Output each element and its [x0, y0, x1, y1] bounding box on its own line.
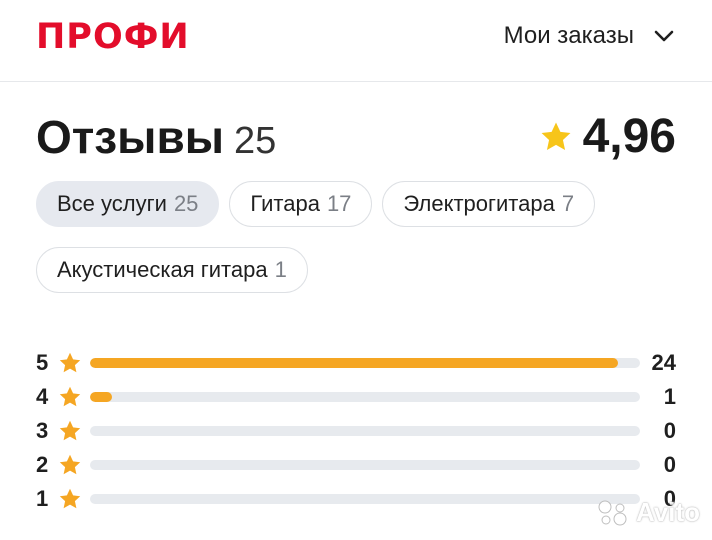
reviews-title: Отзывы — [36, 111, 225, 163]
rating-row-4: 4 1 — [36, 380, 681, 414]
chip-all-services[interactable]: Все услуги 25 — [36, 181, 220, 227]
rating-count: 0 — [663, 452, 676, 477]
reviews-count: 25 — [234, 120, 277, 162]
rating-distribution: 5 24 4 1 3 0 2 0 1 0 — [36, 346, 681, 516]
chip-count: 17 — [326, 191, 352, 216]
rating-bar-fill — [90, 392, 112, 402]
average-rating: 4,96 — [539, 108, 676, 166]
star-icon — [59, 352, 81, 373]
rating-bar-track — [90, 358, 640, 368]
watermark-text: Avito — [635, 497, 700, 527]
chip-label: Гитара — [250, 191, 320, 216]
rating-count: 1 — [663, 384, 676, 409]
chip-label: Все услуги — [57, 191, 167, 216]
star-icon — [59, 386, 81, 407]
star-level: 1 — [36, 486, 49, 511]
chip-label: Акустическая гитара — [57, 257, 268, 282]
star-level: 3 — [36, 418, 49, 443]
rating-bar-fill — [90, 358, 618, 368]
star-level: 2 — [36, 452, 49, 477]
rating-bar-track — [90, 426, 640, 436]
profi-logo[interactable]: ПРОФИ — [36, 14, 190, 60]
rating-count: 0 — [663, 418, 676, 443]
header: ПРОФИ Мои заказы — [0, 0, 712, 82]
chip-guitar[interactable]: Гитара 17 — [229, 181, 373, 227]
my-orders-label: Мои заказы — [503, 22, 634, 49]
reviews-header: Отзывы 25 4,96 — [36, 108, 676, 168]
chip-count: 25 — [173, 191, 199, 216]
chip-count: 7 — [561, 191, 575, 216]
star-level: 4 — [36, 384, 49, 409]
rating-bar-track — [90, 392, 640, 402]
service-filter-chips: Все услуги 25 Гитара 17 Электрогитара 7 Аку… — [36, 181, 686, 293]
star-icon — [59, 420, 81, 441]
star-icon — [541, 122, 571, 151]
chip-label: Электрогитара — [403, 191, 555, 216]
rating-row-1: 1 0 — [36, 482, 681, 516]
avito-watermark: Avito — [596, 497, 700, 528]
chip-acoustic-guitar[interactable]: Акустическая гитара 1 — [36, 247, 308, 293]
chip-count: 1 — [274, 257, 287, 282]
star-level: 5 — [36, 350, 49, 375]
rating-row-2: 2 0 — [36, 448, 681, 482]
page-title: Отзывы 25 — [36, 108, 276, 170]
rating-row-3: 3 0 — [36, 414, 681, 448]
rating-row-5: 5 24 — [36, 346, 681, 380]
chevron-down-icon — [654, 30, 674, 42]
rating-bar-track — [90, 494, 640, 504]
star-icon — [59, 488, 81, 509]
rating-value: 4,96 — [582, 110, 676, 163]
rating-bar-track — [90, 460, 640, 470]
star-icon — [59, 454, 81, 475]
avito-logo-icon — [598, 500, 627, 525]
chip-electric-guitar[interactable]: Электрогитара 7 — [382, 181, 596, 227]
rating-count: 24 — [651, 350, 676, 375]
my-orders-dropdown[interactable]: Мои заказы — [504, 20, 674, 52]
